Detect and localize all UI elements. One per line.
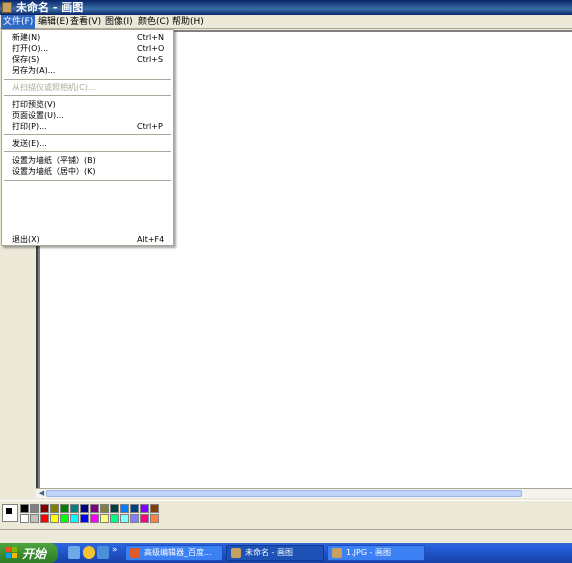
palette-color-swatch[interactable] bbox=[120, 504, 129, 513]
taskbar: 开始 » 高级编辑器_百度... 未命名 - 画图 1.JPG - 画图 bbox=[0, 543, 572, 563]
menu-bar: 文件(F) 编辑(E) 查看(V) 图像(I) 颜色(C) 帮助(H) bbox=[0, 15, 572, 29]
task-baidu-editor[interactable]: 高级编辑器_百度... bbox=[125, 545, 223, 561]
start-button[interactable]: 开始 bbox=[0, 543, 58, 563]
palette-color-swatch[interactable] bbox=[150, 514, 159, 523]
media-player-icon[interactable] bbox=[97, 546, 109, 559]
color-palette bbox=[0, 500, 572, 529]
menu-view[interactable]: 查看(V) bbox=[68, 15, 103, 29]
paint-app-icon bbox=[231, 548, 241, 558]
palette-color-swatch[interactable] bbox=[100, 504, 109, 513]
palette-color-swatch[interactable] bbox=[30, 504, 39, 513]
palette-color-swatch[interactable] bbox=[20, 504, 29, 513]
palette-color-swatch[interactable] bbox=[130, 504, 139, 513]
palette-color-swatch[interactable] bbox=[30, 514, 39, 523]
scroll-left-icon[interactable]: ◀ bbox=[37, 489, 46, 498]
file-menu-dropdown: 新建(N) Ctrl+N 打开(O)... Ctrl+O 保存(S) Ctrl+… bbox=[1, 29, 174, 246]
palette-color-swatch[interactable] bbox=[110, 504, 119, 513]
menu-separator bbox=[4, 95, 171, 96]
menu-image[interactable]: 图像(I) bbox=[103, 15, 135, 29]
quick-launch-overflow-icon[interactable]: » bbox=[112, 545, 118, 555]
menu-item-from-scanner: 从扫描仪或照相机(C)... bbox=[12, 83, 96, 92]
menu-separator bbox=[4, 79, 171, 80]
palette-color-swatch[interactable] bbox=[130, 514, 139, 523]
window-title: 未命名 - 画图 bbox=[16, 1, 84, 14]
palette-color-swatch[interactable] bbox=[90, 514, 99, 523]
menu-item-page-setup[interactable]: 页面设置(U)... bbox=[2, 110, 173, 121]
show-desktop-icon[interactable] bbox=[68, 546, 80, 559]
palette-color-swatch[interactable] bbox=[100, 514, 109, 523]
menu-item-send[interactable]: 发送(E)... bbox=[2, 138, 173, 149]
palette-color-swatch[interactable] bbox=[60, 504, 69, 513]
menu-edit[interactable]: 编辑(E) bbox=[36, 15, 71, 29]
palette-color-swatch[interactable] bbox=[80, 514, 89, 523]
horizontal-scrollbar[interactable]: ◀ bbox=[36, 488, 572, 498]
menu-separator bbox=[4, 151, 171, 152]
browser-icon bbox=[130, 548, 140, 558]
menu-item-wallpaper-center[interactable]: 设置为墙纸（居中）(K) bbox=[2, 166, 173, 177]
menu-item-open[interactable]: 打开(O)... Ctrl+O bbox=[2, 43, 173, 54]
palette-color-swatch[interactable] bbox=[120, 514, 129, 523]
menu-item-print-preview[interactable]: 打印预览(V) bbox=[2, 99, 173, 110]
palette-color-swatch[interactable] bbox=[40, 514, 49, 523]
menu-item-save-as[interactable]: 另存为(A)... bbox=[2, 65, 173, 76]
menu-item-print[interactable]: 打印(P)... Ctrl+P bbox=[2, 121, 173, 132]
menu-help[interactable]: 帮助(H) bbox=[170, 15, 206, 29]
menu-item-exit[interactable]: 退出(X) Alt+F4 bbox=[2, 234, 173, 245]
task-paint-1jpg[interactable]: 1.JPG - 画图 bbox=[327, 545, 425, 561]
menu-item-save[interactable]: 保存(S) Ctrl+S bbox=[2, 54, 173, 65]
status-bar bbox=[0, 529, 572, 543]
menu-item-wallpaper-tile[interactable]: 设置为墙纸（平铺）(B) bbox=[2, 155, 173, 166]
palette-color-swatch[interactable] bbox=[150, 504, 159, 513]
palette-color-swatch[interactable] bbox=[110, 514, 119, 523]
menu-colors[interactable]: 颜色(C) bbox=[136, 15, 171, 29]
palette-color-swatch[interactable] bbox=[50, 514, 59, 523]
menu-separator bbox=[4, 134, 171, 135]
palette-color-swatch[interactable] bbox=[140, 514, 149, 523]
paint-app-icon bbox=[332, 548, 342, 558]
title-bar[interactable]: 未命名 - 画图 bbox=[0, 0, 572, 15]
current-colors[interactable] bbox=[2, 504, 18, 522]
start-label: 开始 bbox=[22, 547, 47, 561]
task-paint-untitled[interactable]: 未命名 - 画图 bbox=[226, 545, 324, 561]
paint-window: 未命名 - 画图 文件(F) 编辑(E) 查看(V) 图像(I) 颜色(C) 帮… bbox=[0, 0, 572, 543]
palette-color-swatch[interactable] bbox=[70, 504, 79, 513]
browser-icon[interactable] bbox=[83, 546, 95, 559]
palette-color-swatch[interactable] bbox=[140, 504, 149, 513]
scroll-thumb[interactable] bbox=[46, 490, 522, 497]
foreground-color bbox=[5, 507, 13, 515]
palette-color-swatch[interactable] bbox=[50, 504, 59, 513]
menu-file[interactable]: 文件(F) bbox=[1, 15, 36, 29]
windows-flag-icon bbox=[6, 547, 18, 559]
palette-color-swatch[interactable] bbox=[80, 504, 89, 513]
menu-item-new[interactable]: 新建(N) Ctrl+N bbox=[2, 32, 173, 43]
menu-separator bbox=[4, 180, 171, 181]
palette-color-swatch[interactable] bbox=[40, 504, 49, 513]
palette-color-swatch[interactable] bbox=[90, 504, 99, 513]
paint-app-icon bbox=[2, 2, 12, 13]
palette-color-swatch[interactable] bbox=[60, 514, 69, 523]
palette-color-swatch[interactable] bbox=[20, 514, 29, 523]
palette-color-swatch[interactable] bbox=[70, 514, 79, 523]
